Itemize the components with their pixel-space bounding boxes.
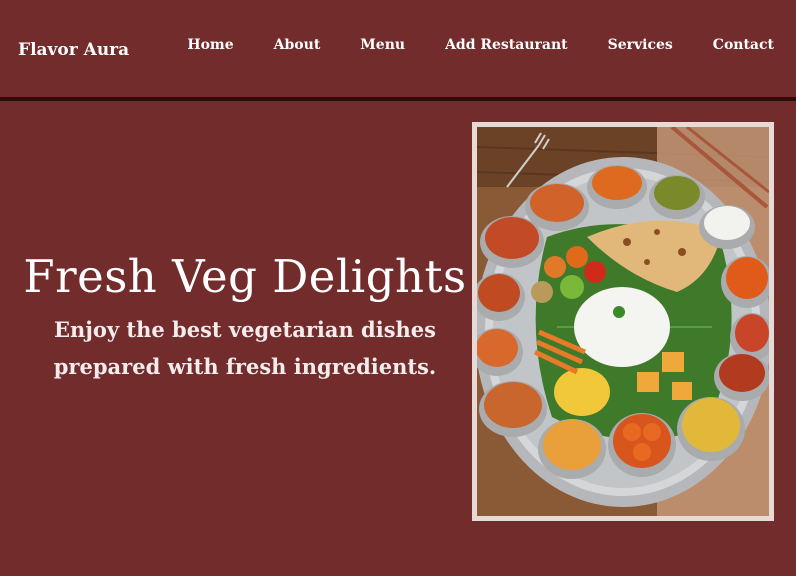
nav-about[interactable]: About [274, 37, 321, 53]
nav-links: Home About Menu Add Restaurant Services … [147, 37, 774, 53]
hero-text: Fresh Veg Delights Enjoy the best vegeta… [20, 250, 470, 385]
nav-home[interactable]: Home [187, 37, 233, 53]
hero-title: Fresh Veg Delights [23, 250, 467, 303]
hero-subtitle-line-1: Enjoy the best vegetarian dishes [54, 317, 436, 342]
nav-services[interactable]: Services [608, 37, 673, 53]
hero-image-frame [472, 122, 774, 521]
hero-subtitle-line-2: prepared with fresh ingredients. [53, 354, 437, 379]
nav-add-restaurant[interactable]: Add Restaurant [445, 37, 568, 53]
navbar: Flavor Aura Home About Menu Add Restaura… [0, 0, 796, 101]
nav-contact[interactable]: Contact [713, 37, 774, 53]
brand-logo[interactable]: Flavor Aura [18, 40, 129, 60]
veg-thali-image [477, 127, 769, 516]
nav-menu[interactable]: Menu [360, 37, 405, 53]
